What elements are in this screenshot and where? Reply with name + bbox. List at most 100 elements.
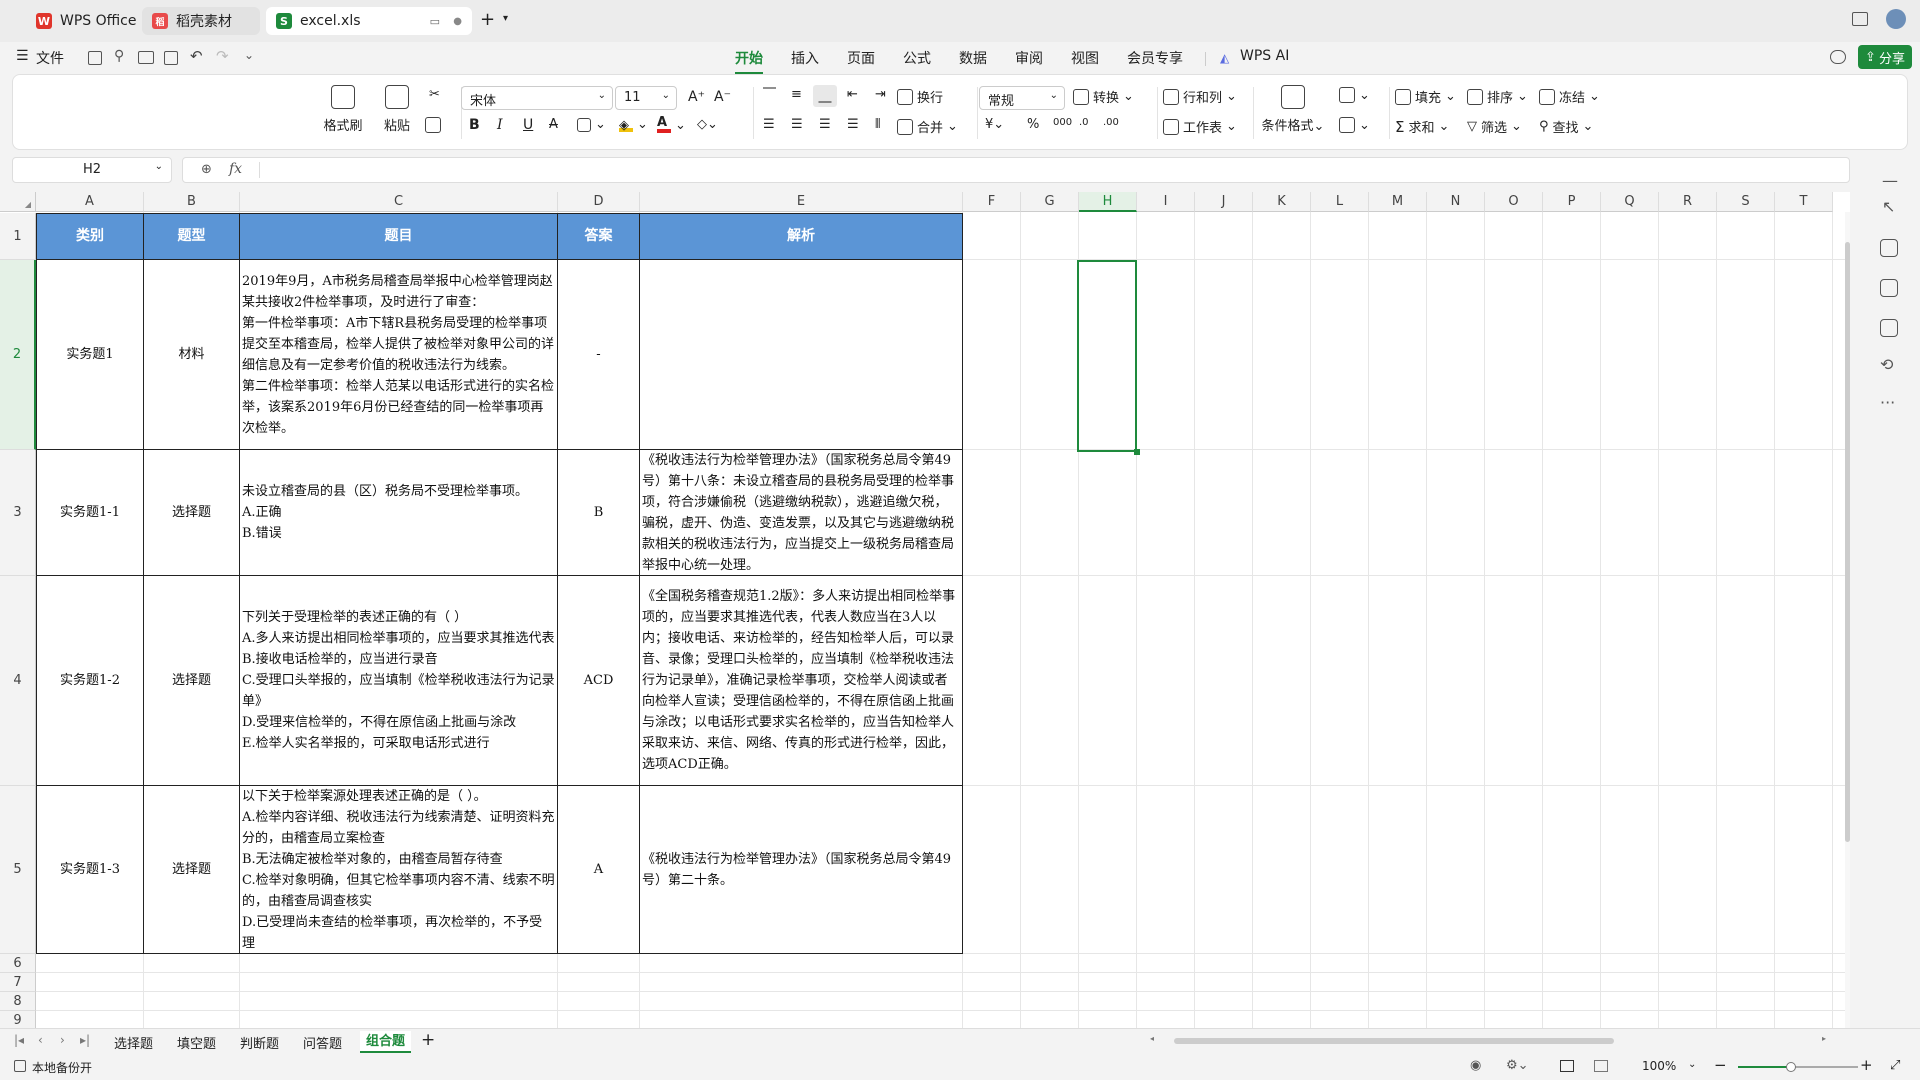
cell-category[interactable]: 实务题1-2: [36, 576, 144, 786]
unsaved-dot-icon[interactable]: ●: [453, 16, 462, 27]
border-icon[interactable]: ⌄: [577, 117, 606, 132]
number-format-select[interactable]: 常规 ⌄: [979, 86, 1065, 110]
menu-insert[interactable]: 插入: [791, 48, 819, 68]
sheet-tab-fill-blank[interactable]: 填空题: [177, 1033, 216, 1052]
font-name-select[interactable]: 宋体 ⌄: [461, 86, 613, 110]
horizontal-scrollbar[interactable]: ◂ ▸: [1150, 1034, 1830, 1046]
cell-style-icon[interactable]: ⌄: [1339, 87, 1370, 103]
decrease-decimal-icon[interactable]: .00: [1103, 117, 1119, 128]
cell-question[interactable]: 未设立稽查局的县（区）税务局不受理检举事项。 A.正确 B.错误: [240, 450, 558, 576]
select-all-corner[interactable]: ◢: [0, 192, 36, 212]
zoom-level[interactable]: 100%: [1642, 1059, 1676, 1073]
row-header-2[interactable]: 2: [0, 260, 36, 450]
italic-icon[interactable]: I: [497, 117, 503, 133]
sheet-tab-qa[interactable]: 问答题: [303, 1033, 342, 1052]
save-icon[interactable]: [88, 51, 102, 65]
row-header-6[interactable]: 6: [0, 954, 36, 973]
hamburger-icon[interactable]: ☰: [16, 48, 29, 64]
redo-icon[interactable]: ↷: [216, 47, 229, 65]
cell-type[interactable]: 选择题: [144, 576, 240, 786]
convert-button[interactable]: 转换 ⌄: [1073, 87, 1134, 106]
column-header-p[interactable]: P: [1543, 192, 1601, 212]
align-top-icon[interactable]: ⎺: [763, 87, 776, 102]
zoom-icon[interactable]: ⊕: [201, 162, 212, 177]
column-header-o[interactable]: O: [1485, 192, 1543, 212]
undo-icon[interactable]: ↶: [190, 47, 203, 65]
new-tab-icon[interactable]: +: [480, 9, 495, 30]
settings-icon[interactable]: [1880, 239, 1898, 257]
align-left-icon[interactable]: ☰: [763, 117, 775, 132]
backup-status[interactable]: 本地备份开: [32, 1059, 92, 1076]
font-color-icon[interactable]: A ⌄: [657, 116, 686, 133]
row-header-4[interactable]: 4: [0, 576, 36, 786]
sheet-tab-true-false[interactable]: 判断题: [240, 1033, 279, 1052]
print-preview-icon[interactable]: [164, 51, 178, 65]
column-header-c[interactable]: C: [240, 192, 558, 212]
cell-type[interactable]: 选择题: [144, 786, 240, 954]
link-icon[interactable]: ⚲: [114, 48, 124, 64]
row-header-9[interactable]: 9: [0, 1011, 36, 1028]
increase-decimal-icon[interactable]: .0: [1079, 117, 1089, 128]
cell-question[interactable]: 2019年9月，A市税务局稽查局举报中心检举管理岗赵某共接收2件检举事项，及时进…: [240, 260, 558, 450]
add-sheet-icon[interactable]: +: [421, 1030, 435, 1050]
chevron-down-icon[interactable]: ⌄: [1688, 1059, 1696, 1070]
column-header-a[interactable]: A: [36, 192, 144, 212]
zoom-in-icon[interactable]: +: [1860, 1056, 1873, 1074]
cell-analysis[interactable]: 《税收违法行为检举管理办法》（国家税务总局令第49号）第十八条：未设立稽查局的县…: [640, 450, 963, 576]
clear-format-icon[interactable]: ◇⌄: [697, 117, 718, 132]
menu-review[interactable]: 审阅: [1015, 48, 1043, 68]
more-icon[interactable]: ···: [1880, 393, 1895, 412]
cut-icon[interactable]: ✂: [429, 87, 440, 102]
percent-icon[interactable]: %: [1027, 117, 1039, 132]
last-sheet-icon[interactable]: ▸|: [80, 1033, 90, 1047]
menu-page[interactable]: 页面: [847, 48, 875, 68]
first-sheet-icon[interactable]: |◂: [14, 1033, 24, 1047]
zoom-slider[interactable]: [1738, 1062, 1858, 1072]
currency-icon[interactable]: ¥⌄: [985, 117, 1004, 132]
strikethrough-icon[interactable]: A: [549, 117, 558, 132]
row-header-5[interactable]: 5: [0, 786, 36, 954]
fill-button[interactable]: 填充 ⌄: [1395, 87, 1456, 106]
cond-format-button[interactable]: 条件格式⌄: [1257, 85, 1329, 134]
header-analysis[interactable]: 解析: [640, 213, 963, 260]
menu-data[interactable]: 数据: [959, 48, 987, 68]
column-header-g[interactable]: G: [1021, 192, 1079, 212]
column-header-n[interactable]: N: [1427, 192, 1485, 212]
zoom-slider-thumb[interactable]: [1786, 1062, 1796, 1072]
page-view-icon[interactable]: [1594, 1060, 1608, 1072]
column-header-r[interactable]: R: [1659, 192, 1717, 212]
prev-sheet-icon[interactable]: ‹: [38, 1033, 43, 1047]
underline-icon[interactable]: U: [523, 117, 533, 133]
monitor-icon[interactable]: ▭: [430, 15, 440, 28]
spreadsheet-grid[interactable]: ◢ ABCDEFGHIJKLMNOPQRST 123456789 类别 题型 题…: [0, 192, 1850, 1028]
print-icon[interactable]: [138, 51, 154, 64]
cloud-icon[interactable]: [1830, 50, 1846, 64]
cell-answer[interactable]: -: [558, 260, 640, 450]
sheet-tab-choice[interactable]: 选择题: [114, 1033, 153, 1052]
cell-answer[interactable]: A: [558, 786, 640, 954]
fill-color-icon[interactable]: ◈ ⌄: [619, 117, 648, 133]
cell-category[interactable]: 实务题1-3: [36, 786, 144, 954]
selected-cell-h2[interactable]: [1077, 260, 1137, 452]
row-col-button[interactable]: 行和列 ⌄: [1163, 87, 1237, 106]
indent-increase-icon[interactable]: ⇥: [875, 87, 886, 102]
row-header-7[interactable]: 7: [0, 973, 36, 992]
merge-button[interactable]: 合并 ⌄: [897, 117, 958, 136]
sum-button[interactable]: Σ 求和 ⌄: [1395, 117, 1449, 137]
minimize-icon[interactable]: —: [1882, 171, 1898, 190]
decrease-font-icon[interactable]: A⁻: [714, 89, 731, 105]
header-answer[interactable]: 答案: [558, 213, 640, 260]
bold-icon[interactable]: B: [469, 117, 480, 133]
copy-icon[interactable]: [425, 117, 441, 133]
sort-button[interactable]: 排序 ⌄: [1467, 87, 1528, 106]
column-header-f[interactable]: F: [963, 192, 1021, 212]
align-center-icon[interactable]: ☰: [791, 117, 803, 132]
paste-button[interactable]: 粘贴: [375, 85, 419, 134]
more-chevron-icon[interactable]: ⌄: [244, 48, 254, 62]
header-category[interactable]: 类别: [36, 213, 144, 260]
indent-decrease-icon[interactable]: ⇤: [847, 87, 858, 102]
column-header-d[interactable]: D: [558, 192, 640, 212]
column-header-e[interactable]: E: [640, 192, 963, 212]
menu-wps-ai[interactable]: WPS AI: [1240, 48, 1289, 64]
fill-handle[interactable]: [1134, 449, 1140, 455]
